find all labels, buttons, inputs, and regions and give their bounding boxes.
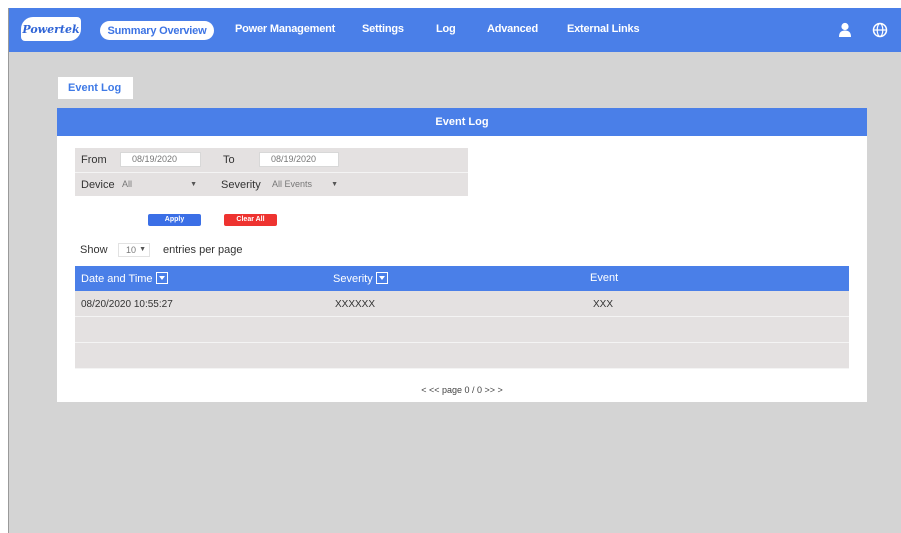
cell-event: XXX <box>593 299 614 310</box>
nav-settings[interactable]: Settings <box>362 23 404 35</box>
app-frame: Powertek Summary Overview Power Manageme… <box>8 8 901 533</box>
sort-icon[interactable] <box>375 272 388 284</box>
severity-select[interactable]: All Events ▼ <box>272 177 342 192</box>
severity-label: Severity <box>221 179 261 191</box>
severity-select-value: All Events <box>272 179 313 189</box>
event-log-panel: Event Log From 08/19/2020 To 08/19/2020 … <box>57 108 867 402</box>
filter-row-dates: From 08/19/2020 To 08/19/2020 <box>75 148 468 172</box>
nav-log[interactable]: Log <box>436 23 456 35</box>
panel-title: Event Log <box>57 108 867 136</box>
entries-per-page-select[interactable]: 10 ▼ <box>118 243 150 257</box>
from-date-input[interactable]: 08/19/2020 <box>120 152 201 167</box>
pagination[interactable]: < << page 0 / 0 >> > <box>57 385 867 395</box>
column-event: Event <box>590 272 619 284</box>
to-date-input[interactable]: 08/19/2020 <box>259 152 339 167</box>
nav-external-links[interactable]: External Links <box>567 23 640 35</box>
cell-severity: XXXXXX <box>335 299 376 310</box>
event-log-table: Date and Time Severity Event 08/20/2020 … <box>75 266 849 369</box>
nav-summary-overview[interactable]: Summary Overview <box>100 21 214 40</box>
device-label: Device <box>81 179 115 191</box>
user-icon[interactable] <box>836 21 854 39</box>
clear-all-button[interactable]: Clear All <box>224 214 277 226</box>
column-date-time[interactable]: Date and Time <box>81 272 168 285</box>
table-row <box>75 343 849 369</box>
tab-event-log[interactable]: Event Log <box>58 77 133 99</box>
filter-row-device: Device All ▼ Severity All Events ▼ <box>75 172 468 196</box>
from-label: From <box>81 154 107 166</box>
chevron-down-icon: ▼ <box>139 246 146 253</box>
column-severity-label: Severity <box>333 273 373 285</box>
entries-select-value: 10 <box>126 245 137 255</box>
apply-button[interactable]: Apply <box>148 214 201 226</box>
device-select[interactable]: All ▼ <box>122 177 201 192</box>
column-date-time-label: Date and Time <box>81 273 153 285</box>
logo-text: Powertek <box>22 22 80 36</box>
show-label: Show <box>80 244 108 256</box>
nav-advanced[interactable]: Advanced <box>487 23 538 35</box>
entries-per-page-label: entries per page <box>163 244 243 256</box>
powertek-logo[interactable]: Powertek <box>21 17 81 41</box>
sort-icon[interactable] <box>155 272 168 284</box>
chevron-down-icon: ▼ <box>190 181 197 188</box>
table-row[interactable]: 08/20/2020 10:55:27 XXXXXX XXX <box>75 291 849 317</box>
cell-date-time: 08/20/2020 10:55:27 <box>81 299 173 310</box>
chevron-down-icon: ▼ <box>331 181 338 188</box>
column-severity[interactable]: Severity <box>333 272 388 285</box>
top-navigation-bar: Powertek Summary Overview Power Manageme… <box>9 8 901 52</box>
filter-box: From 08/19/2020 To 08/19/2020 Device All… <box>75 148 468 196</box>
nav-power-management[interactable]: Power Management <box>235 23 335 35</box>
globe-icon[interactable] <box>871 21 889 39</box>
table-row <box>75 317 849 343</box>
to-label: To <box>223 154 235 166</box>
table-header: Date and Time Severity Event <box>75 266 849 291</box>
device-select-value: All <box>122 179 133 189</box>
